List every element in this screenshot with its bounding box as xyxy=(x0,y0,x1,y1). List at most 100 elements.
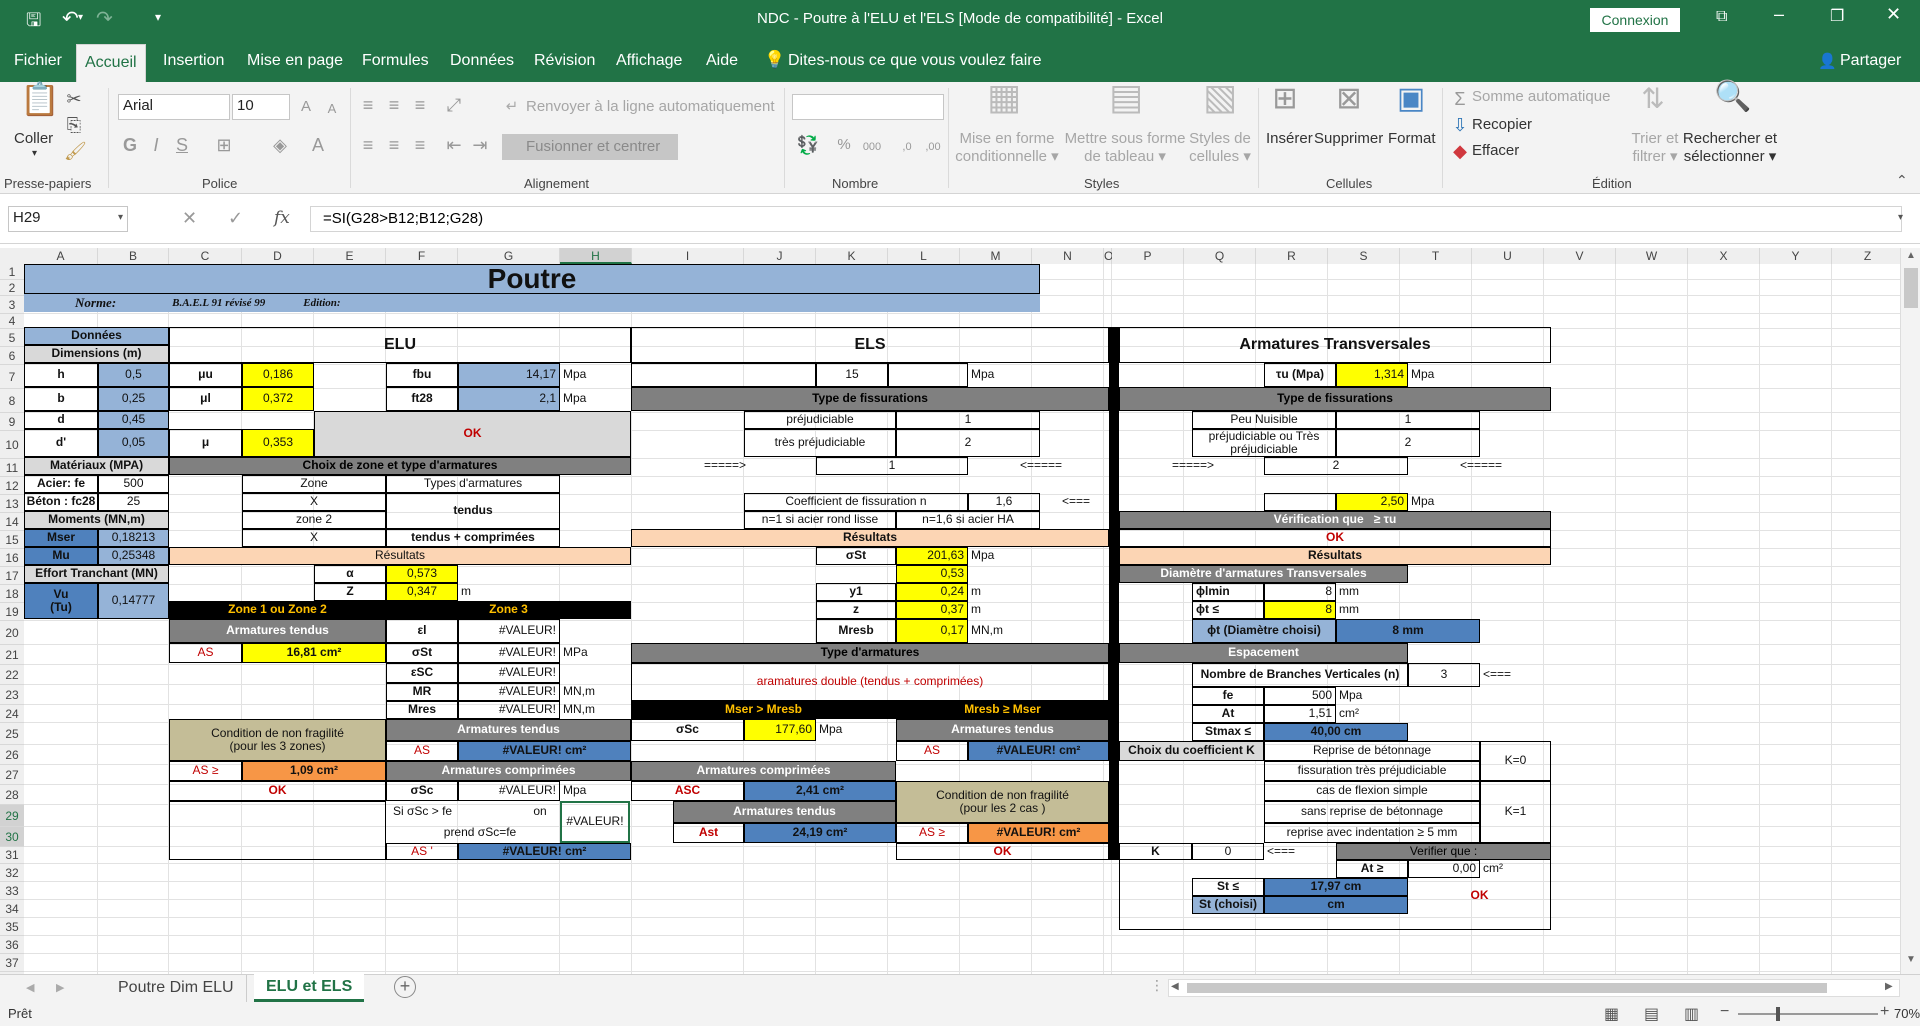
els-label-z[interactable]: z xyxy=(816,601,896,619)
normal-view-icon[interactable]: ▦ xyxy=(1604,1004,1619,1024)
copy-icon[interactable]: ⎘ xyxy=(64,114,84,136)
collapse-ribbon-icon[interactable]: ⌃ xyxy=(1896,172,1908,189)
tab-split-icon[interactable]: ⋮ xyxy=(1150,977,1164,994)
zone-label[interactable]: Zone xyxy=(242,475,386,493)
formula-input[interactable]: =SI(G28>B12;B12;G28) xyxy=(310,206,1902,232)
zoom-slider-thumb[interactable] xyxy=(1776,1007,1780,1021)
els-unit-15[interactable]: Mpa xyxy=(968,363,1040,387)
dimensions-header[interactable]: Dimensions (m) xyxy=(24,345,169,363)
row-header[interactable]: 15 xyxy=(0,531,24,549)
page-layout-icon[interactable]: ▤ xyxy=(1644,1004,1659,1024)
row-header[interactable]: 29 xyxy=(0,805,24,827)
label-alpha[interactable]: α xyxy=(314,565,386,583)
els-type-fiss[interactable]: Type de fissurations xyxy=(631,387,1109,411)
italic-icon[interactable]: I xyxy=(146,134,166,156)
horizontal-scrollbar[interactable]: ◀ ▶ xyxy=(1168,979,1900,997)
label-mser[interactable]: Mser xyxy=(24,529,98,547)
els-arrow-left2[interactable]: <=== xyxy=(1052,493,1100,511)
format-button[interactable]: Format xyxy=(1388,130,1436,147)
at-prej-ou[interactable]: préjudiciable ou Très préjudiciable xyxy=(1192,429,1336,457)
column-header[interactable]: T xyxy=(1400,248,1472,264)
wrap-text-icon[interactable]: ↵ xyxy=(502,96,522,118)
bold-icon[interactable]: G xyxy=(120,134,140,156)
effort-header[interactable]: Effort Tranchant (MN) xyxy=(24,565,169,583)
label-h[interactable]: h xyxy=(24,363,98,387)
column-header[interactable]: W xyxy=(1616,248,1688,264)
cell-styles-button[interactable]: Styles de cellules ▾ xyxy=(1186,130,1254,165)
column-header[interactable]: U xyxy=(1472,248,1544,264)
moments-header[interactable]: Moments (MN,m) xyxy=(24,511,169,529)
verif-header[interactable]: Vérification que ≥ τu xyxy=(1119,511,1551,529)
row-header[interactable]: 25 xyxy=(0,723,24,745)
row-header[interactable]: 28 xyxy=(0,785,24,805)
column-header[interactable]: C xyxy=(169,248,242,264)
row-header[interactable]: 13 xyxy=(0,495,24,513)
els-value-ssc[interactable]: 177,60 xyxy=(744,719,816,741)
els-type-arm[interactable]: Type d'armatures xyxy=(631,643,1109,663)
percent-icon[interactable]: % xyxy=(834,134,854,156)
row-header[interactable]: 37 xyxy=(0,954,24,972)
els-tres-prejud-v[interactable]: 2 xyxy=(896,429,1040,457)
align-right-icon[interactable]: ≡ xyxy=(408,134,432,156)
tab-prev-icon[interactable]: ◀ xyxy=(26,981,34,994)
font-size-select[interactable]: 10 xyxy=(232,94,290,120)
close-icon[interactable]: ✕ xyxy=(1886,4,1901,25)
arm-tendus-12[interactable]: Armatures tendus xyxy=(169,619,386,643)
row-header[interactable]: 23 xyxy=(0,685,24,705)
save-icon[interactable]: 🖫 xyxy=(26,8,41,38)
value-fe[interactable]: 500 xyxy=(1264,687,1336,705)
font-color-icon[interactable]: A xyxy=(306,134,330,156)
format-painter-icon[interactable]: 🖌 xyxy=(64,140,87,162)
row-header[interactable]: 3 xyxy=(0,296,24,314)
at-type-fiss[interactable]: Type de fissurations xyxy=(1119,387,1551,411)
row-header[interactable]: 21 xyxy=(0,645,24,665)
els-value-053[interactable]: 0,53 xyxy=(896,565,968,583)
shrink-font-icon[interactable]: A xyxy=(322,98,342,120)
row-header[interactable]: 2 xyxy=(0,280,24,296)
row-header[interactable]: 36 xyxy=(0,936,24,954)
els-value-asc[interactable]: 2,41 cm² xyxy=(744,781,896,801)
label-mu-l[interactable]: μl xyxy=(169,387,242,411)
select-all[interactable] xyxy=(0,248,24,264)
zone3-mark[interactable]: X xyxy=(242,529,386,547)
font-name-select[interactable]: Arial xyxy=(118,94,230,120)
label-k[interactable]: K xyxy=(1119,843,1192,860)
label-at-ge[interactable]: At ≥ xyxy=(1336,860,1408,878)
borders-icon[interactable]: ⊞ xyxy=(212,134,236,156)
row-header[interactable]: 10 xyxy=(0,431,24,459)
value-vu[interactable]: 0,14777 xyxy=(98,583,169,619)
clear-button[interactable]: Effacer xyxy=(1472,142,1519,159)
label-beton[interactable]: Béton : fc28 xyxy=(24,493,98,511)
value-sst[interactable]: #VALEUR! xyxy=(458,643,560,663)
value-as-3[interactable]: #VALEUR! cm² xyxy=(458,741,631,761)
els-label-ssc[interactable]: σSc xyxy=(631,719,744,741)
column-header[interactable]: A xyxy=(24,248,98,264)
mresb-ge-header[interactable]: Mresb ≥ Mser xyxy=(896,701,1109,719)
unit-fbu[interactable]: Mpa xyxy=(560,363,630,387)
insert-button[interactable]: Insérer xyxy=(1266,130,1313,147)
grow-font-icon[interactable]: A xyxy=(296,96,316,118)
name-box[interactable]: H29 xyxy=(8,206,128,232)
types-armatures-label[interactable]: Types d'armatures xyxy=(386,475,560,493)
els-value-sst[interactable]: 201,63 xyxy=(896,547,968,565)
els-coef-v[interactable]: 1,6 xyxy=(968,493,1040,511)
els-ok-nf[interactable]: OK xyxy=(896,843,1109,860)
label-fbu[interactable]: fbu xyxy=(386,363,458,387)
elu-resultats[interactable]: Résultats xyxy=(169,547,631,565)
cond-format-icon[interactable]: ▦ xyxy=(984,79,1024,115)
label-mu-b[interactable]: μ xyxy=(169,429,242,457)
column-header[interactable]: D xyxy=(242,248,314,264)
els-value-as-2[interactable]: #VALEUR! cm² xyxy=(968,741,1109,761)
elu-header[interactable]: ELU xyxy=(169,327,631,363)
els-prejud[interactable]: préjudiciable xyxy=(744,411,896,429)
unit-250[interactable]: Mpa xyxy=(1408,493,1480,511)
column-header[interactable]: Q xyxy=(1184,248,1256,264)
label-el[interactable]: εl xyxy=(386,619,458,643)
vertical-scrollbar[interactable]: ▲ ▼ xyxy=(1900,248,1920,974)
els-value-15[interactable]: 15 xyxy=(816,363,888,387)
menu-fichier[interactable]: Fichier xyxy=(6,40,70,82)
autosum-icon[interactable]: Σ xyxy=(1450,88,1470,110)
si-ssc-text[interactable]: Si σSc > fe xyxy=(390,801,476,823)
row-header[interactable]: 9 xyxy=(0,413,24,431)
els-arrow-left[interactable]: <===== xyxy=(1016,457,1066,475)
